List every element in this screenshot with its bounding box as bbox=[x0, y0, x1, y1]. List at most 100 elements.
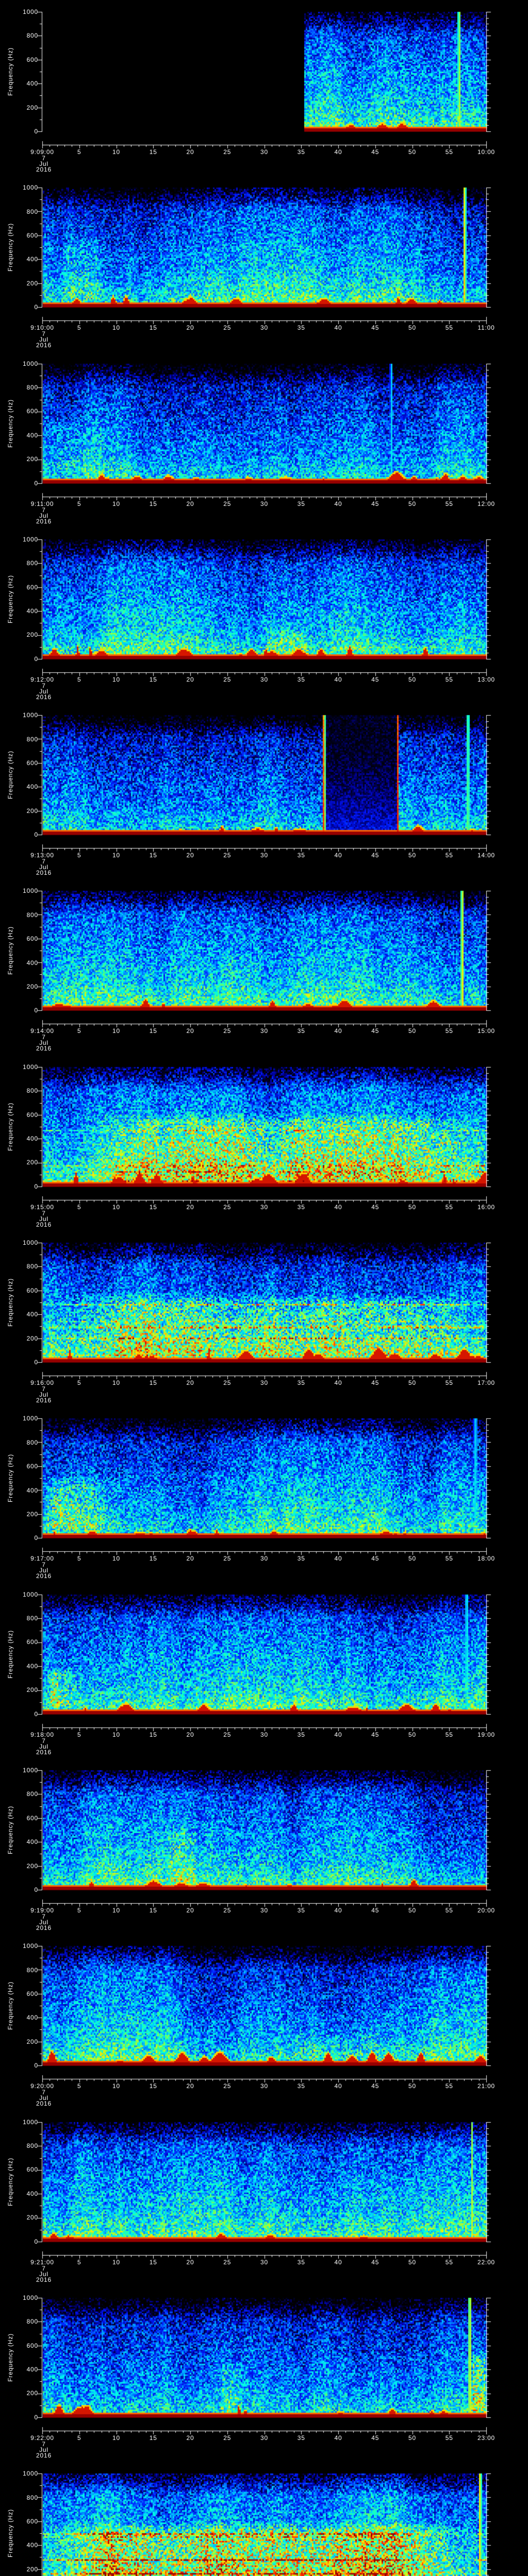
x-tick-label: 5 bbox=[77, 1379, 81, 1387]
spectrogram-panel-hour-9-12-00: Frequency (Hz) 1000 800 600 400 200 0 5 10 15 20… bbox=[0, 527, 528, 704]
date-line: 2016 bbox=[36, 1221, 52, 1228]
x-tick-label: 45 bbox=[371, 1027, 380, 1035]
y-axis-title: Frequency (Hz) bbox=[7, 223, 14, 272]
x-tick-label: 35 bbox=[297, 2082, 305, 2090]
x-tick-label: 50 bbox=[408, 1203, 416, 1211]
y-tick-label: 600 bbox=[26, 759, 38, 767]
x-tick-label: 15 bbox=[149, 852, 157, 859]
y-tick-label: 0 bbox=[34, 1886, 38, 1893]
y-tick-label: 1000 bbox=[23, 2294, 38, 2301]
y-tick-label: 800 bbox=[26, 911, 38, 919]
spectrogram-panel-hour-9-17-00: Frequency (Hz) 1000 800 600 400 200 0 5 10 15 20… bbox=[0, 1406, 528, 1583]
date-line: 2016 bbox=[36, 869, 52, 877]
spectrogram-panel-hour-9-18-00: Frequency (Hz) 1000 800 600 400 200 0 5 10 15 20… bbox=[0, 1582, 528, 1759]
y-tick-label: 200 bbox=[26, 279, 38, 287]
x-tick-label: 15 bbox=[149, 675, 157, 683]
x-tick-label: 25 bbox=[223, 500, 232, 507]
x-tick-label: 15 bbox=[149, 2082, 157, 2090]
x-tick-label: 30 bbox=[260, 1731, 268, 1738]
y-axis-title: Frequency (Hz) bbox=[7, 2157, 14, 2206]
x-tick-label: 50 bbox=[408, 2434, 416, 2442]
date-line: 2016 bbox=[36, 2451, 52, 2459]
x-tick-label: 30 bbox=[260, 2082, 268, 2090]
date-annotation: 7 Jul 2016 bbox=[36, 858, 52, 877]
y-tick-label: 600 bbox=[26, 1638, 38, 1646]
x-tick-label: 50 bbox=[408, 2258, 416, 2266]
y-tick-label: 200 bbox=[26, 983, 38, 991]
x-tick-label: 40 bbox=[334, 1203, 342, 1211]
date-annotation: 7 Jul 2016 bbox=[36, 683, 52, 700]
x-tick-label: 50 bbox=[408, 1027, 416, 1035]
x-end-time-label: 23:00 bbox=[477, 2434, 496, 2442]
date-annotation: 7 Jul 2016 bbox=[36, 1034, 52, 1052]
x-tick-label: 40 bbox=[334, 1731, 342, 1738]
x-tick-label: 10 bbox=[112, 1731, 120, 1738]
x-tick-label: 20 bbox=[186, 1555, 194, 1563]
x-tick-label: 5 bbox=[77, 1731, 81, 1738]
y-tick-label: 1000 bbox=[23, 887, 38, 895]
x-tick-label: 45 bbox=[371, 675, 380, 683]
y-axis-title: Frequency (Hz) bbox=[7, 47, 14, 96]
x-end-time-label: 16:00 bbox=[477, 1203, 496, 1211]
x-tick-label: 10 bbox=[112, 2258, 120, 2266]
y-tick-label: 400 bbox=[26, 2541, 38, 2549]
x-tick-label: 45 bbox=[371, 2434, 380, 2442]
x-tick-label: 55 bbox=[445, 1203, 453, 1211]
y-tick-label: 800 bbox=[26, 2318, 38, 2326]
y-tick-label: 600 bbox=[26, 232, 38, 240]
y-tick-label: 0 bbox=[34, 1710, 38, 1718]
x-tick-label: 20 bbox=[186, 675, 194, 683]
x-tick-label: 40 bbox=[334, 2082, 342, 2090]
x-tick-label: 55 bbox=[445, 1379, 453, 1387]
x-tick-label: 30 bbox=[260, 1555, 268, 1563]
x-tick-label: 15 bbox=[149, 1731, 157, 1738]
y-tick-label: 600 bbox=[26, 1286, 38, 1294]
y-tick-label: 400 bbox=[26, 1662, 38, 1670]
x-tick-label: 10 bbox=[112, 500, 120, 507]
y-axis-title: Frequency (Hz) bbox=[7, 1278, 14, 1327]
x-tick-label: 20 bbox=[186, 1731, 194, 1738]
x-tick-label: 50 bbox=[408, 1379, 416, 1387]
x-tick-label: 55 bbox=[445, 852, 453, 859]
x-tick-label: 35 bbox=[297, 1906, 305, 1914]
x-tick-label: 10 bbox=[112, 1555, 120, 1563]
x-tick-label: 55 bbox=[445, 324, 453, 332]
x-tick-label: 45 bbox=[371, 1203, 380, 1211]
x-tick-label: 5 bbox=[77, 324, 81, 332]
x-tick-label: 10 bbox=[112, 1027, 120, 1035]
date-annotation: 7 Jul 2016 bbox=[36, 2265, 52, 2283]
date-line: 2016 bbox=[36, 166, 52, 173]
y-tick-label: 200 bbox=[26, 1510, 38, 1518]
y-tick-label: 200 bbox=[26, 1334, 38, 1342]
date-line: 2016 bbox=[36, 2276, 52, 2283]
y-tick-label: 400 bbox=[26, 2190, 38, 2197]
x-tick-label: 15 bbox=[149, 148, 157, 156]
x-tick-label: 40 bbox=[334, 675, 342, 683]
x-tick-label: 45 bbox=[371, 1379, 380, 1387]
x-tick-label: 40 bbox=[334, 2258, 342, 2266]
y-tick-label: 400 bbox=[26, 607, 38, 615]
x-tick-label: 30 bbox=[260, 500, 268, 507]
y-tick-label: 600 bbox=[26, 1814, 38, 1822]
spectrogram-panel-hour-9-10-00: Frequency (Hz) 1000 800 600 400 200 0 5 10 15 20… bbox=[0, 176, 528, 352]
x-tick-label: 50 bbox=[408, 1906, 416, 1914]
x-tick-label: 5 bbox=[77, 1555, 81, 1563]
x-tick-label: 50 bbox=[408, 148, 416, 156]
y-tick-label: 0 bbox=[34, 1359, 38, 1366]
x-tick-label: 10 bbox=[112, 1906, 120, 1914]
date-annotation: 7 Jul 2016 bbox=[36, 331, 52, 348]
y-tick-label: 400 bbox=[26, 1486, 38, 1494]
x-tick-label: 25 bbox=[223, 1203, 232, 1211]
x-tick-label: 20 bbox=[186, 852, 194, 859]
x-tick-label: 10 bbox=[112, 852, 120, 859]
y-axis-title: Frequency (Hz) bbox=[7, 1981, 14, 2030]
x-tick-label: 15 bbox=[149, 2434, 157, 2442]
x-tick-label: 25 bbox=[223, 675, 232, 683]
x-tick-label: 40 bbox=[334, 1379, 342, 1387]
y-axis-title: Frequency (Hz) bbox=[7, 574, 14, 623]
y-tick-label: 1000 bbox=[23, 1590, 38, 1598]
spectrogram-panel-hour-9-16-00: Frequency (Hz) 1000 800 600 400 200 0 5 10 15 20… bbox=[0, 1231, 528, 1408]
x-tick-label: 50 bbox=[408, 324, 416, 332]
y-tick-label: 600 bbox=[26, 2517, 38, 2525]
y-tick-label: 1000 bbox=[23, 8, 38, 15]
